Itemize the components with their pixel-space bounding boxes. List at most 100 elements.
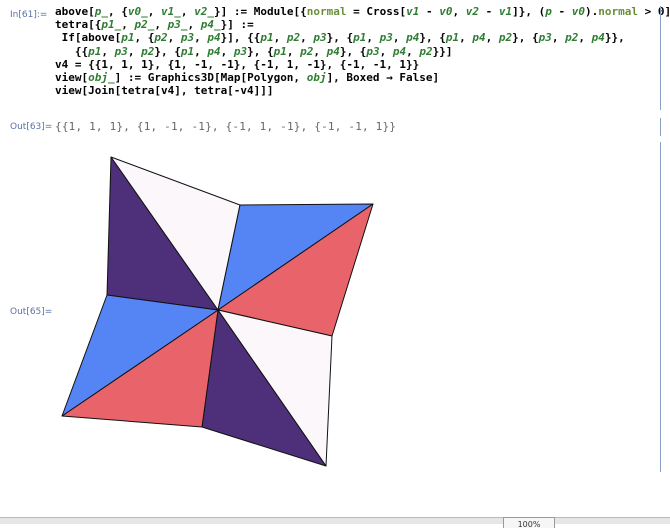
code-token: {{ — [55, 44, 89, 58]
output-cell-63: {{1, 1, 1}, {1, -1, -1}, {-1, 1, -1}, {-… — [55, 120, 397, 133]
notebook-window: In[61]:= above[p_, {v0_, v1_, v2_}] := M… — [0, 0, 670, 528]
code-token: = Cross[ — [346, 5, 407, 18]
code-token: , — [459, 31, 473, 45]
code-token: , — [121, 18, 135, 32]
code-token: p4 — [591, 31, 605, 45]
code-token: }}] — [432, 44, 453, 58]
code-token: }, { — [512, 31, 539, 45]
code-token: v1 — [498, 5, 513, 18]
code-token: obj_ — [88, 71, 115, 84]
input-code-line[interactable]: v4 = {{1, 1, 1}, {1, -1, -1}, {-1, 1, -1… — [55, 58, 419, 71]
code-token: , — [406, 44, 420, 58]
input-code-line[interactable]: {{p1, p3, p2}, {p1, p4, p3}, {p1, p2, p4… — [55, 45, 453, 58]
code-token: p2 — [141, 44, 155, 58]
output-cell-label-63: Out[63]= — [10, 122, 53, 132]
code-token: > 0] — [637, 5, 670, 18]
code-token: - — [551, 5, 572, 18]
code-token: p2 — [300, 44, 314, 58]
code-token: p2_ — [134, 18, 155, 32]
code-token: , — [273, 31, 287, 45]
code-token: view[Join[tetra[v4], tetra[-v4]]] — [55, 84, 274, 98]
code-token: p — [545, 5, 552, 18]
code-token: , — [366, 31, 380, 45]
output-cell-63-bracket[interactable] — [660, 118, 661, 136]
code-token: }, { — [154, 44, 181, 58]
code-token: p1 — [273, 44, 287, 58]
code-token: , — [313, 44, 327, 58]
zoom-selector[interactable]: 100% — [503, 517, 555, 528]
code-token: p_ — [94, 5, 108, 18]
code-token: p1 — [121, 31, 135, 45]
code-token: p3 — [233, 44, 248, 58]
code-token: , — [485, 31, 499, 45]
code-token: p1 — [88, 44, 102, 58]
code-token: , — [127, 44, 142, 58]
code-token: p1 — [445, 31, 460, 45]
code-token: , — [578, 31, 592, 45]
code-token: v2_ — [194, 5, 214, 18]
code-token: }}, — [604, 31, 625, 45]
output-cell-label-65: Out[65]= — [10, 307, 53, 317]
input-cell-label: In[61]:= — [10, 10, 48, 20]
code-token: p4 — [207, 31, 221, 45]
code-token: tetra[{ — [55, 18, 102, 32]
code-token: p3 — [538, 31, 552, 45]
code-token: p4 — [326, 44, 340, 58]
input-code-line[interactable]: tetra[{p1_, p2_, p3_, p4_}] := — [55, 18, 254, 31]
code-token: }] := Module[{ — [214, 5, 307, 18]
code-token: normal — [598, 5, 638, 18]
code-token: , — [194, 44, 208, 58]
code-token: , — [180, 5, 195, 18]
code-token: v2 — [465, 5, 479, 18]
zoom-level: 100% — [517, 520, 541, 528]
code-token: p2 — [565, 31, 579, 45]
code-token: p3 — [114, 44, 128, 58]
code-token: ], Boxed → False] — [326, 71, 440, 84]
code-token: , — [300, 31, 314, 45]
input-code-line[interactable]: view[obj_] := Graphics3D[Map[Polygon, ob… — [55, 71, 439, 84]
code-token: }, { — [339, 44, 367, 58]
code-token: If[above[ — [55, 31, 122, 45]
code-token: v1 — [406, 5, 420, 18]
output-cell-65-bracket[interactable] — [660, 142, 661, 472]
code-token: }, { — [326, 31, 354, 45]
graphics3d-output[interactable] — [50, 145, 390, 475]
code-token: , — [220, 44, 234, 58]
input-cell-bracket[interactable] — [660, 6, 661, 110]
input-code-line[interactable]: If[above[p1, {p2, p3, p4}], {{p1, p2, p3… — [55, 31, 625, 44]
code-token: }], {{ — [220, 31, 261, 45]
input-code-line[interactable]: above[p_, {v0_, v1_, v2_}] := Module[{no… — [55, 5, 670, 18]
code-token: v4 = {{1, 1, 1}, {1, -1, -1}, {-1, 1, -1… — [55, 57, 420, 71]
code-token: , — [154, 18, 168, 32]
code-token: v0 — [571, 5, 585, 18]
code-token: above[ — [55, 5, 95, 18]
code-token: p4 — [406, 31, 420, 45]
code-token: }, { — [419, 31, 446, 45]
status-bar: 100% — [0, 517, 670, 528]
code-token: p2 — [419, 44, 433, 58]
code-token: p3 — [366, 44, 380, 58]
code-token: view[ — [55, 71, 89, 84]
code-token: v1_ — [161, 5, 181, 18]
code-token: , — [452, 5, 466, 18]
code-token: v0 — [439, 5, 453, 18]
code-token: p4 — [392, 44, 407, 58]
code-token: , — [551, 31, 566, 45]
code-token: p3 — [313, 31, 327, 45]
code-token: , { — [108, 5, 128, 18]
code-token: }] := — [220, 18, 254, 32]
code-token: p3 — [180, 31, 195, 45]
code-token: }, { — [247, 44, 274, 58]
code-token: p1 — [180, 44, 195, 58]
code-token: p2 — [154, 31, 168, 45]
code-token: p1_ — [101, 18, 122, 32]
code-token: , — [392, 31, 407, 45]
code-token: p4 — [207, 44, 221, 58]
input-code-line[interactable]: view[Join[tetra[v4], tetra[-v4]]] — [55, 84, 274, 97]
code-token: p3_ — [167, 18, 188, 32]
code-token: , { — [134, 31, 155, 45]
code-token: p3 — [379, 31, 393, 45]
code-token: p1 — [260, 31, 274, 45]
code-token: - — [419, 5, 440, 18]
code-token: , — [187, 18, 201, 32]
